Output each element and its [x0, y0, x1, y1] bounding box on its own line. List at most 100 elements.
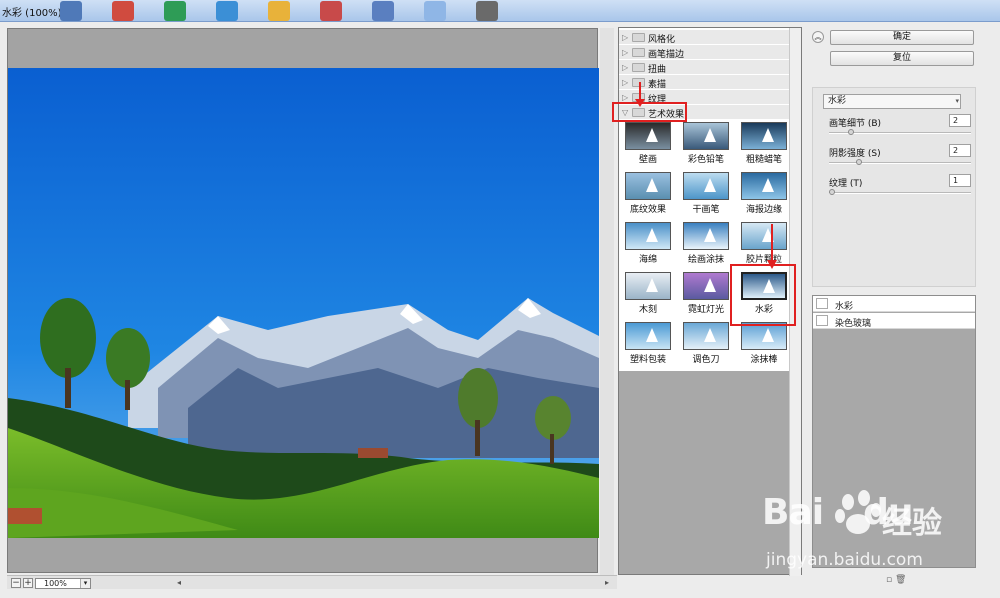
taskbar-icons — [60, 1, 498, 21]
effect-layer-label: 染色玻璃 — [835, 319, 872, 329]
app-icon-3[interactable] — [164, 1, 186, 21]
sailboat-icon — [646, 328, 658, 342]
filter-thumbnail-label: 霓虹灯光 — [687, 305, 724, 315]
filter-category-label: 画笔描边 — [648, 50, 685, 60]
new-layer-icon[interactable]: ▫ — [886, 575, 892, 585]
app-icon-4[interactable] — [216, 1, 238, 21]
folder-icon — [632, 33, 645, 42]
preview-status-bar: − + 100% ▾ ◂ ▸ — [7, 575, 617, 589]
filter-thumbnail-label: 海绵 — [638, 255, 657, 265]
zoom-level-value: 100% — [44, 579, 67, 588]
chevron-down-icon: ▾ — [955, 97, 959, 105]
visibility-toggle-icon[interactable] — [816, 298, 828, 309]
slider-handle[interactable] — [848, 129, 855, 135]
arrow-down-icon — [635, 82, 645, 107]
filter-select[interactable]: 水彩 ▾ — [823, 94, 961, 109]
folder-icon — [632, 48, 645, 57]
sailboat-icon — [646, 228, 658, 242]
filter-category-label: 素描 — [648, 80, 667, 90]
sailboat-icon — [646, 178, 658, 192]
highlight-watercolor-filter — [730, 264, 796, 326]
filter-thumbnail-label: 海报边缘 — [745, 205, 782, 215]
collapse-gallery-button[interactable]: ︽ — [812, 31, 824, 43]
sailboat-icon — [646, 128, 658, 142]
filter-thumbnail[interactable] — [625, 322, 671, 350]
param-value-input[interactable]: 2 — [949, 114, 971, 127]
app-icon-7[interactable] — [372, 1, 394, 21]
filter-thumbnail[interactable] — [625, 122, 671, 150]
filter-thumbnail[interactable] — [683, 172, 729, 200]
filter-category-label: 风格化 — [648, 35, 676, 45]
app-icon-5[interactable] — [268, 1, 290, 21]
triangle-right-icon: ▷ — [622, 48, 629, 57]
sailboat-icon — [762, 328, 774, 342]
sailboat-icon — [646, 278, 658, 292]
triangle-right-icon: ▷ — [622, 63, 629, 72]
sailboat-icon — [762, 128, 774, 142]
filter-thumbnail-label: 干画笔 — [692, 205, 720, 215]
filter-thumbnail[interactable] — [741, 172, 787, 200]
filter-thumbnail-label: 底纹效果 — [629, 205, 666, 215]
filter-thumbnail-label: 木刻 — [638, 305, 657, 315]
filter-thumbnail-label: 绘画涂抹 — [687, 255, 724, 265]
sailboat-icon — [704, 178, 716, 192]
filter-parameters: 水彩 ▾ 画笔细节 (B) 2 阴影强度 (S) 2 纹理 (T) 1 — [812, 87, 976, 287]
filter-thumbnail[interactable] — [625, 172, 671, 200]
visibility-toggle-icon[interactable] — [816, 315, 828, 326]
filter-thumbnail[interactable] — [683, 272, 729, 300]
filter-thumbnail-label: 彩色铅笔 — [687, 155, 724, 165]
param-label: 阴影强度 (S) — [829, 149, 881, 159]
param-slider[interactable] — [829, 159, 971, 165]
filter-select-value: 水彩 — [828, 96, 847, 106]
zoom-level-select[interactable]: 100% ▾ — [35, 578, 91, 589]
filter-thumbnail-label: 涂抹棒 — [750, 355, 778, 365]
filter-settings-panel: ︽ 确定 复位 水彩 ▾ 画笔细节 (B) 2 阴影强度 (S) 2 纹理 (T) 1 水… — [808, 27, 980, 590]
param-slider[interactable] — [829, 129, 971, 135]
app-icon-2[interactable] — [112, 1, 134, 21]
layer-actions: ▫ 🗑 — [886, 575, 906, 585]
app-icon-1[interactable] — [60, 1, 82, 21]
slider-handle[interactable] — [829, 189, 835, 195]
preview-canvas[interactable] — [7, 28, 599, 573]
landscape-illustration — [8, 68, 599, 538]
ok-button[interactable]: 确定 — [830, 30, 974, 45]
sailboat-icon — [704, 328, 716, 342]
sailboat-icon — [704, 278, 716, 292]
filter-thumbnail[interactable] — [625, 272, 671, 300]
filter-thumbnail[interactable] — [683, 322, 729, 350]
sailboat-icon — [704, 128, 716, 142]
zoom-in-button[interactable]: + — [23, 578, 33, 588]
delete-layer-icon[interactable]: 🗑 — [895, 575, 906, 585]
filter-thumbnail[interactable] — [683, 122, 729, 150]
filter-thumbnail[interactable] — [683, 222, 729, 250]
preview-image — [8, 68, 599, 538]
scroll-left-arrow[interactable]: ◂ — [177, 578, 181, 587]
filter-category[interactable]: ▷ 风格化 — [619, 30, 789, 45]
folder-icon — [632, 63, 645, 72]
filter-category[interactable]: ▷ 画笔描边 — [619, 45, 789, 60]
title-bar: 水彩 (100%) — [0, 0, 1000, 22]
filter-thumbnail[interactable] — [625, 222, 671, 250]
param-value-input[interactable]: 1 — [949, 174, 971, 187]
reset-button[interactable]: 复位 — [830, 51, 974, 66]
filter-category[interactable]: ▷ 扭曲 — [619, 60, 789, 75]
app-icon-8[interactable] — [424, 1, 446, 21]
scroll-right-arrow[interactable]: ▸ — [605, 578, 609, 587]
filter-thumbnail[interactable] — [741, 122, 787, 150]
zoom-out-button[interactable]: − — [11, 578, 21, 588]
effect-layer-row[interactable]: 染色玻璃 — [813, 313, 975, 329]
param-label: 画笔细节 (B) — [829, 119, 882, 129]
param-slider[interactable] — [829, 189, 971, 195]
slider-handle[interactable] — [856, 159, 863, 165]
arrow-down-icon — [767, 224, 777, 269]
window-title: 水彩 (100%) — [2, 8, 62, 19]
param-label: 纹理 (T) — [829, 179, 863, 189]
effect-layer-row[interactable]: 水彩 — [813, 296, 975, 312]
filter-category-label: 扭曲 — [648, 65, 667, 75]
param-value-input[interactable]: 2 — [949, 144, 971, 157]
filter-thumbnail-label: 壁画 — [638, 155, 657, 165]
filter-thumbnail[interactable] — [741, 322, 787, 350]
app-icon-9[interactable] — [476, 1, 498, 21]
app-icon-6[interactable] — [320, 1, 342, 21]
chevron-down-icon: ▾ — [80, 579, 90, 588]
